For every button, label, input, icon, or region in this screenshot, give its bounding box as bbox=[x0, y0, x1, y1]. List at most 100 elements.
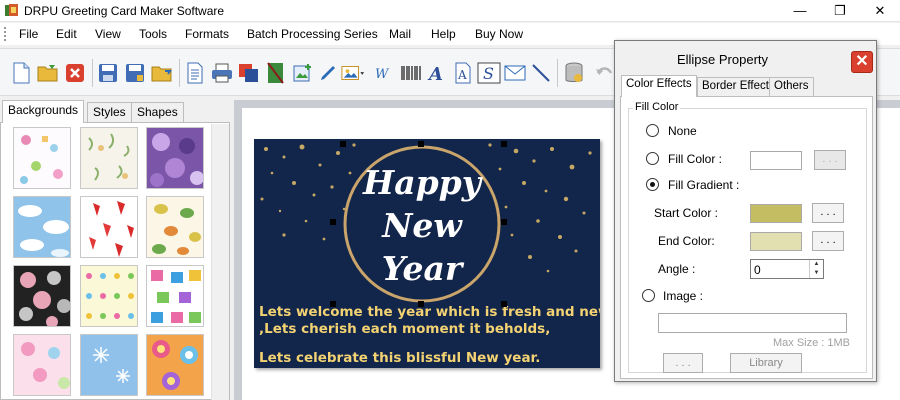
image-path-field[interactable] bbox=[658, 313, 847, 333]
background-thumbnail[interactable] bbox=[146, 265, 204, 327]
end-color-swatch[interactable] bbox=[750, 232, 802, 251]
background-thumbnail[interactable] bbox=[13, 334, 71, 396]
radio-none[interactable] bbox=[646, 124, 659, 137]
fill-color-group-label: Fill Color bbox=[633, 101, 681, 113]
card-text-line-1[interactable]: Lets welcome the year which is fresh and… bbox=[259, 304, 600, 320]
menu-grip bbox=[4, 27, 7, 41]
background-thumbnail[interactable] bbox=[13, 127, 71, 189]
barcode-icon[interactable] bbox=[399, 61, 423, 85]
tab-styles[interactable]: Styles bbox=[87, 102, 132, 123]
text-icon[interactable]: A bbox=[425, 61, 449, 85]
background-thumbnail[interactable] bbox=[80, 265, 138, 327]
color-effects-panel: Fill Color None Fill Color : . . . Fill … bbox=[620, 96, 873, 379]
window-close-button[interactable]: ✕ bbox=[860, 0, 900, 22]
title-bar: DRPU Greeting Card Maker Software — ❐ ✕ bbox=[0, 0, 900, 22]
fill-color-browse-button[interactable]: . . . bbox=[814, 150, 846, 170]
svg-text:W: W bbox=[375, 67, 390, 82]
tab-shapes[interactable]: Shapes bbox=[131, 102, 184, 123]
angle-value: 0 bbox=[754, 263, 761, 277]
happy-new-year-heading: Happy New Year bbox=[345, 161, 499, 290]
toolbar-separator bbox=[557, 59, 558, 87]
menu-batch-processing[interactable]: Batch Processing Series bbox=[247, 27, 378, 41]
backgrounds-gallery bbox=[0, 122, 230, 400]
open-icon[interactable] bbox=[36, 61, 60, 85]
menu-mail[interactable]: Mail bbox=[389, 27, 411, 41]
library-button[interactable]: Library bbox=[730, 353, 802, 373]
menu-file[interactable]: File bbox=[19, 27, 38, 41]
pen-icon[interactable] bbox=[316, 61, 340, 85]
signature-icon[interactable]: S bbox=[477, 61, 501, 85]
toolbar-separator bbox=[92, 59, 93, 87]
radio-fill-color[interactable] bbox=[646, 152, 659, 165]
dialog-close-button[interactable]: ✕ bbox=[851, 51, 873, 73]
picture-icon[interactable] bbox=[341, 61, 365, 85]
gallery-scrollbar[interactable] bbox=[211, 124, 229, 400]
heading-word-year: Year bbox=[381, 249, 463, 288]
card-text-line-2[interactable]: ,Lets cherish each moment it beholds, bbox=[259, 321, 550, 337]
selection-handle[interactable] bbox=[501, 141, 507, 147]
undo-icon[interactable] bbox=[592, 61, 616, 85]
menu-formats[interactable]: Formats bbox=[185, 27, 229, 41]
selection-handle[interactable] bbox=[330, 219, 336, 225]
start-color-swatch[interactable] bbox=[750, 204, 802, 223]
selection-handle[interactable] bbox=[340, 141, 346, 147]
image-icon[interactable] bbox=[291, 61, 315, 85]
window-title: DRPU Greeting Card Maker Software bbox=[24, 4, 225, 18]
menu-view[interactable]: View bbox=[95, 27, 121, 41]
watermark-icon[interactable]: W bbox=[373, 61, 397, 85]
left-panel: Backgrounds Styles Shapes bbox=[0, 100, 232, 400]
print-icon[interactable] bbox=[210, 61, 234, 85]
selection-handle[interactable] bbox=[418, 141, 424, 147]
card-text-line-3[interactable]: Lets celebrate this blissful New year. bbox=[259, 350, 540, 366]
email-icon[interactable] bbox=[503, 61, 527, 85]
menu-buy-now[interactable]: Buy Now bbox=[475, 27, 523, 41]
background-thumbnail[interactable] bbox=[146, 127, 204, 189]
background-thumbnail[interactable] bbox=[80, 127, 138, 189]
close-doc-icon[interactable] bbox=[63, 61, 87, 85]
menu-tools[interactable]: Tools bbox=[139, 27, 167, 41]
toolbar-separator bbox=[179, 59, 180, 87]
selection-handle[interactable] bbox=[330, 301, 336, 307]
line-icon[interactable] bbox=[529, 61, 553, 85]
tab-border-effect[interactable]: Border Effect bbox=[697, 77, 774, 96]
angle-spinbox[interactable]: 0 ▲ ▼ bbox=[750, 259, 824, 279]
maximize-button[interactable]: ❐ bbox=[820, 0, 860, 22]
radio-image[interactable] bbox=[642, 289, 655, 302]
background-thumbnail[interactable] bbox=[13, 196, 71, 258]
tab-color-effects[interactable]: Color Effects bbox=[621, 75, 697, 97]
menu-edit[interactable]: Edit bbox=[56, 27, 77, 41]
image-browse-button[interactable]: . . . bbox=[663, 353, 703, 373]
export-icon[interactable] bbox=[150, 61, 174, 85]
menu-help[interactable]: Help bbox=[431, 27, 456, 41]
database-icon[interactable] bbox=[562, 61, 586, 85]
minimize-button[interactable]: — bbox=[780, 0, 820, 22]
selection-handle[interactable] bbox=[418, 301, 424, 307]
tab-backgrounds[interactable]: Backgrounds bbox=[2, 100, 85, 123]
background-thumbnail[interactable] bbox=[13, 265, 71, 327]
selection-handle[interactable] bbox=[501, 301, 507, 307]
start-color-browse-button[interactable]: . . . bbox=[812, 203, 844, 223]
left-ruler bbox=[234, 100, 242, 400]
delete-icon[interactable] bbox=[264, 61, 288, 85]
app-logo-icon bbox=[5, 4, 18, 16]
spin-arrows-icon[interactable]: ▲ ▼ bbox=[809, 260, 823, 278]
copy-icon[interactable] bbox=[237, 61, 261, 85]
word-art-icon[interactable]: A bbox=[451, 61, 475, 85]
greeting-card[interactable]: Happy New Year Lets welcome the year whi… bbox=[254, 139, 600, 368]
selection-handle[interactable] bbox=[501, 219, 507, 225]
background-thumbnail[interactable] bbox=[80, 334, 138, 396]
background-thumbnail[interactable] bbox=[146, 334, 204, 396]
new-icon[interactable] bbox=[9, 61, 33, 85]
background-thumbnail[interactable] bbox=[146, 196, 204, 258]
tab-others[interactable]: Others bbox=[769, 77, 814, 96]
svg-text:A: A bbox=[427, 64, 443, 83]
properties-icon[interactable] bbox=[183, 61, 207, 85]
save-as-icon[interactable] bbox=[123, 61, 147, 85]
background-thumbnail[interactable] bbox=[80, 196, 138, 258]
end-color-browse-button[interactable]: . . . bbox=[812, 231, 844, 251]
heading-word-happy: Happy bbox=[363, 163, 481, 202]
label-end-color: End Color: bbox=[658, 234, 715, 248]
fill-color-swatch[interactable] bbox=[750, 151, 802, 170]
radio-fill-gradient[interactable] bbox=[646, 178, 659, 191]
save-icon[interactable] bbox=[96, 61, 120, 85]
